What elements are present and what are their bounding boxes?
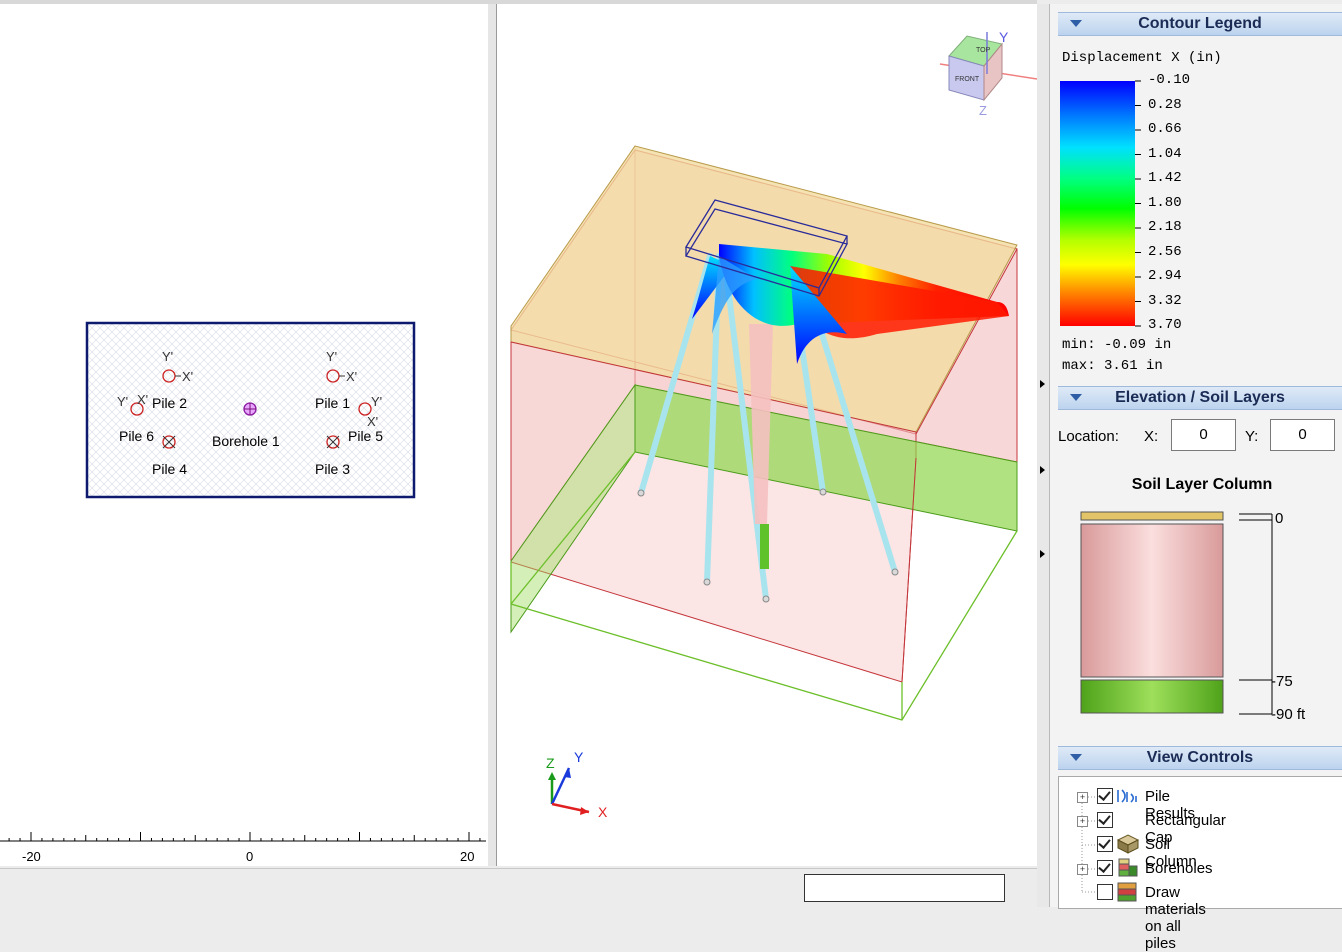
pile-5-label: Pile 5	[348, 428, 383, 444]
triad-x-label: X	[598, 804, 608, 820]
pile-2-label: Pile 2	[152, 395, 187, 411]
legend-level-label: 3.32	[1148, 292, 1182, 309]
view-controls-tree: + Pile Results + Rectangular Cap Soil Co…	[1058, 776, 1342, 952]
navigation-cube[interactable]: TOP FRONT Y Z	[939, 29, 1038, 118]
legend-level-label: 2.18	[1148, 219, 1182, 235]
cube-y-label: Y	[999, 29, 1009, 45]
status-field	[804, 874, 1005, 902]
expand-arrow-3[interactable]	[1040, 550, 1045, 558]
expand-plus-icon[interactable]: +	[1077, 816, 1088, 827]
3d-canvas[interactable]: TOP FRONT Y Z Z Y X	[497, 4, 1038, 866]
ruler-ticks	[8, 832, 481, 841]
legend-level-label: 0.28	[1148, 96, 1182, 113]
checkbox-draw-materials[interactable]	[1097, 884, 1113, 900]
checkbox-rectangular-cap[interactable]	[1097, 812, 1113, 828]
pile-6-y-axis: Y'	[117, 394, 128, 409]
pile-5-x-axis: X'	[367, 414, 378, 429]
borehole-marker[interactable]	[243, 402, 257, 416]
legend-level-label: 2.94	[1148, 268, 1182, 284]
pile-6-x-axis: X'	[137, 392, 148, 407]
depth-0: 0	[1275, 510, 1283, 527]
ruler-tick-label-20: 20	[460, 849, 474, 864]
clay-layer[interactable]	[1080, 523, 1224, 678]
view-controls-title: View Controls	[1146, 749, 1254, 766]
pile-2-y-axis: Y'	[162, 349, 173, 364]
pile-1-label: Pile 1	[315, 395, 350, 411]
plan-view[interactable]: Y' X' Y' X' Y' X' Y' X' Pile 2 Pile 1 Pi…	[0, 4, 489, 866]
cube-z-label: Z	[979, 103, 987, 118]
legend-max: max: 3.61 in	[1062, 358, 1163, 374]
pile-6-label: Pile 6	[119, 428, 154, 444]
ruler-tick-label-neg20: -20	[22, 849, 41, 864]
location-label: Location:	[1058, 428, 1119, 445]
status-bar	[0, 868, 1037, 908]
plan-canvas[interactable]: Y' X' Y' X' Y' X' Y' X' Pile 2 Pile 1 Pi…	[0, 4, 488, 866]
view-controls-header[interactable]: View Controls	[1058, 746, 1342, 770]
pile-results-icon	[1117, 789, 1137, 803]
view-splitter[interactable]	[488, 4, 496, 866]
triad-y-label: Y	[574, 749, 584, 765]
pile-1-x-axis: X'	[346, 369, 357, 384]
pile-4-label: Pile 4	[152, 461, 187, 477]
soil-layer-column[interactable]: 0 -75 -90 ft	[1078, 504, 1342, 724]
checkbox-soil-column[interactable]	[1097, 836, 1113, 852]
3d-view[interactable]: TOP FRONT Y Z Z Y X	[496, 4, 1039, 866]
soil-column-title: Soil Layer Column	[1131, 476, 1273, 493]
y-input[interactable]: 0	[1270, 419, 1335, 451]
depth-75: -75	[1271, 673, 1293, 690]
tree-label-draw-materials: Draw materials on all piles	[1145, 884, 1206, 952]
checkbox-boreholes[interactable]	[1097, 860, 1113, 876]
panel-splitter[interactable]	[1037, 4, 1050, 907]
x-input[interactable]: 0	[1171, 419, 1236, 451]
pile-1-y-axis: Y'	[326, 349, 337, 364]
legend-level-label: 3.70	[1148, 317, 1182, 333]
cube-front-label: FRONT	[955, 76, 980, 83]
cube-top-label: TOP	[976, 47, 991, 54]
pile-5-y-axis: Y'	[371, 394, 382, 409]
expand-plus-icon[interactable]: +	[1077, 792, 1088, 803]
ruler-tick-label-0: 0	[246, 849, 253, 864]
legend-level-label: 1.04	[1148, 145, 1182, 162]
right-panel: Contour Legend Displacement X (in) -0.10…	[1050, 4, 1342, 952]
legend-level-label: 1.80	[1148, 194, 1182, 211]
legend-level-label: 1.42	[1148, 170, 1182, 186]
borehole-label: Borehole 1	[212, 433, 280, 449]
x-label: X:	[1144, 428, 1159, 445]
elevation-header[interactable]: Elevation / Soil Layers	[1058, 386, 1342, 410]
legend-colorbar	[1060, 80, 1141, 327]
contour-legend-title: Contour Legend	[1138, 15, 1262, 32]
legend-quantity: Displacement X (in)	[1062, 50, 1222, 66]
boreholes-icon	[1118, 858, 1138, 877]
expand-arrow-1[interactable]	[1040, 380, 1045, 388]
expand-arrow-2[interactable]	[1040, 466, 1045, 474]
pile-2-x-axis: X'	[182, 369, 193, 384]
soil-column-icon	[1116, 834, 1140, 854]
contour-legend-header[interactable]: Contour Legend	[1058, 12, 1342, 36]
tree-label-boreholes: Boreholes	[1145, 860, 1213, 877]
sand-layer[interactable]	[1080, 679, 1224, 714]
legend-level-label: -0.10	[1148, 72, 1191, 88]
depth-90: -90 ft	[1271, 706, 1306, 723]
pile-3-label: Pile 3	[315, 461, 350, 477]
legend-level-label: 2.56	[1148, 243, 1182, 260]
legend-level-label: 0.66	[1148, 121, 1182, 137]
legend-min: min: -0.09 in	[1062, 337, 1172, 353]
triad-z-label: Z	[546, 755, 555, 771]
expand-plus-icon[interactable]: +	[1077, 864, 1088, 875]
elevation-title: Elevation / Soil Layers	[1115, 389, 1285, 406]
materials-icon	[1117, 882, 1137, 902]
checkbox-pile-results[interactable]	[1097, 788, 1113, 804]
cap-layer[interactable]	[1080, 511, 1224, 521]
axis-triad: Z Y X	[546, 749, 608, 820]
y-label: Y:	[1245, 428, 1259, 445]
